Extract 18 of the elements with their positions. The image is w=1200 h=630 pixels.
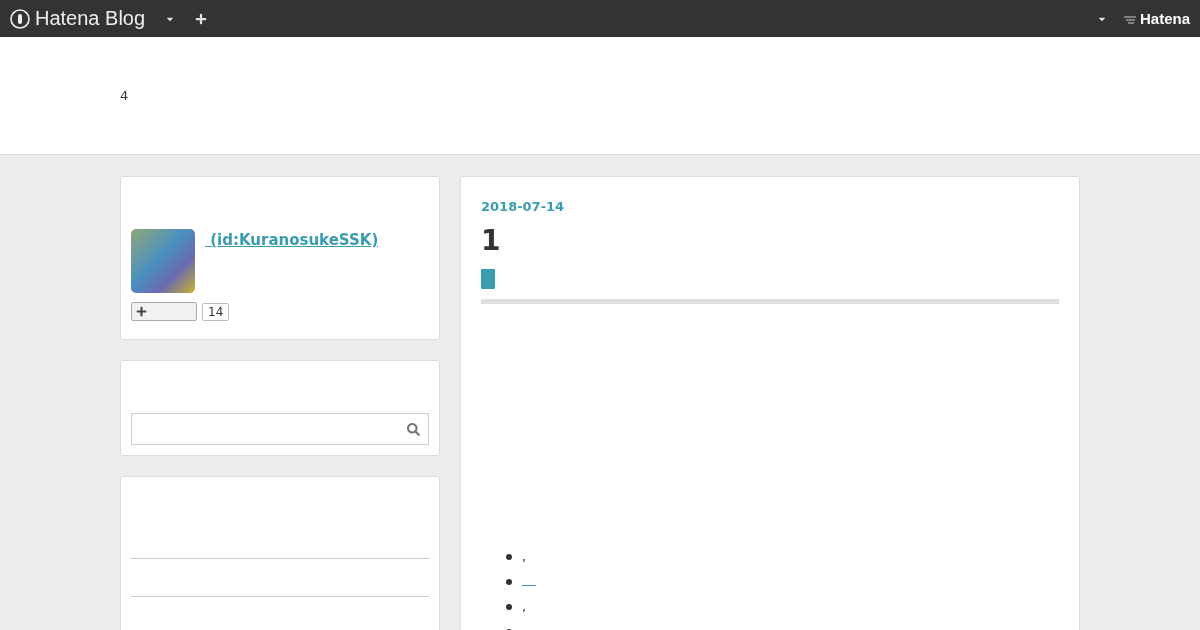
list-text: , — [522, 598, 527, 616]
subscriber-count: 14 — [202, 302, 230, 321]
search-field[interactable] — [131, 413, 429, 445]
hatena-logo-icon — [10, 8, 30, 29]
bullet-icon — [506, 553, 512, 560]
bullet-icon — [506, 578, 512, 585]
search-icon[interactable] — [407, 422, 420, 436]
plus-icon — [136, 306, 147, 317]
avatar-photo-placeholder — [131, 229, 195, 293]
entry-title: 1 — [481, 224, 502, 257]
hatena-blog-logo[interactable]: Hatena Blog — [10, 7, 146, 30]
subscribe-button[interactable] — [131, 302, 197, 321]
plus-icon[interactable] — [195, 12, 208, 25]
bullet-icon — [506, 603, 512, 610]
hatena-logo[interactable]: Hatena — [1122, 10, 1190, 27]
blog-title: 4 — [120, 88, 129, 103]
wing-icon — [1122, 13, 1137, 24]
list-text: , — [522, 548, 527, 566]
